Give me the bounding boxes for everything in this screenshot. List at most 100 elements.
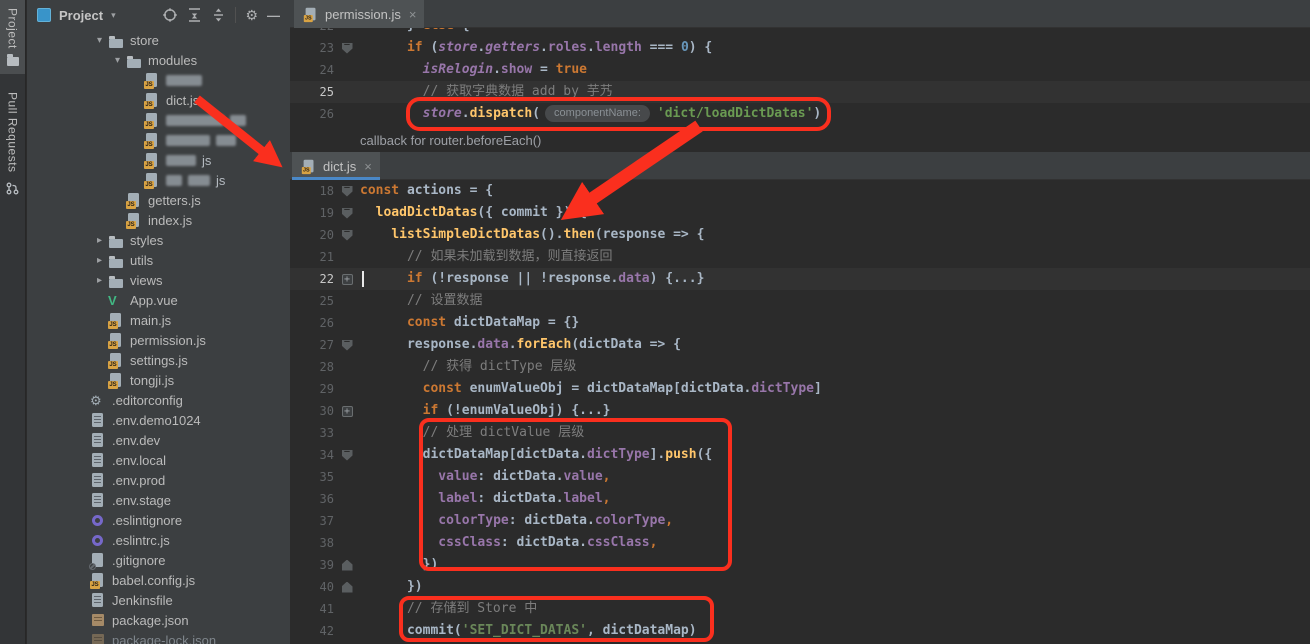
line-number[interactable]: 34 <box>290 444 334 466</box>
tree-item-.env.demo1024[interactable]: .env.demo1024 <box>27 410 290 430</box>
code-line-24[interactable]: 24 isRelogin.show = true <box>290 59 1310 81</box>
tree-item-permission.js[interactable]: JSpermission.js <box>27 330 290 350</box>
fold-marker-open[interactable] <box>342 340 353 351</box>
line-number[interactable]: 26 <box>290 103 334 125</box>
tree-item-.editorconfig[interactable]: ⚙.editorconfig <box>27 390 290 410</box>
line-number[interactable]: 18 <box>290 180 334 202</box>
line-number[interactable]: 23 <box>290 37 334 59</box>
code-line-30[interactable]: 30 if (!enumValueObj) {...} <box>290 400 1310 422</box>
line-number[interactable]: 25 <box>290 290 334 312</box>
tree-item-.gitignore[interactable]: .gitignore <box>27 550 290 570</box>
line-number[interactable]: 21 <box>290 246 334 268</box>
tree-item-App.vue[interactable]: VApp.vue <box>27 290 290 310</box>
code-line-25[interactable]: 25 // 设置数据 <box>290 290 1310 312</box>
line-number[interactable]: 19 <box>290 202 334 224</box>
line-number[interactable]: 22 <box>290 268 334 290</box>
line-number[interactable]: 35 <box>290 466 334 488</box>
tree-item-redacted[interactable]: JSjs <box>27 170 290 190</box>
tree-item-index.js[interactable]: JSindex.js <box>27 210 290 230</box>
code-line-23[interactable]: 23 if (store.getters.roles.length === 0)… <box>290 37 1310 59</box>
line-number[interactable]: 37 <box>290 510 334 532</box>
line-number[interactable]: 20 <box>290 224 334 246</box>
line-number[interactable]: 26 <box>290 312 334 334</box>
tree-item-redacted[interactable]: JS <box>27 110 290 130</box>
tree-item-.env.local[interactable]: .env.local <box>27 450 290 470</box>
code-line-42[interactable]: 42 commit('SET_DICT_DATAS', dictDataMap) <box>290 620 1310 642</box>
tree-item-settings.js[interactable]: JSsettings.js <box>27 350 290 370</box>
tree-item-getters.js[interactable]: JSgetters.js <box>27 190 290 210</box>
tree-item-views[interactable]: ▸views <box>27 270 290 290</box>
fold-marker-open[interactable] <box>342 230 353 241</box>
tree-item-redacted[interactable]: JSjs <box>27 150 290 170</box>
line-number[interactable]: 38 <box>290 532 334 554</box>
fold-marker-open[interactable] <box>342 43 353 54</box>
fold-marker-open[interactable] <box>342 186 353 197</box>
tree-item-modules[interactable]: ▾modules <box>27 50 290 70</box>
line-number[interactable]: 22 <box>290 28 334 37</box>
code-line-34[interactable]: 34 dictDataMap[dictData.dictType].push({ <box>290 444 1310 466</box>
tree-item-store[interactable]: ▾store <box>27 30 290 50</box>
tree-item-Jenkinsfile[interactable]: Jenkinsfile <box>27 590 290 610</box>
tree-item-.eslintignore[interactable]: .eslintignore <box>27 510 290 530</box>
tree-item-.env.dev[interactable]: .env.dev <box>27 430 290 450</box>
tree-chevron-icon[interactable]: ▸ <box>91 255 108 266</box>
hide-panel-icon[interactable]: — <box>267 8 280 23</box>
tree-item-main.js[interactable]: JSmain.js <box>27 310 290 330</box>
tab-permission-js[interactable]: JS permission.js × <box>294 0 424 28</box>
chevron-down-icon[interactable]: ▾ <box>111 10 116 21</box>
line-number[interactable]: 25 <box>290 81 334 103</box>
editor-dict-js[interactable]: 18const actions = {19 loadDictDatas({ co… <box>290 180 1310 644</box>
fold-marker-open[interactable] <box>342 450 353 461</box>
tool-tab-project[interactable]: Project <box>0 0 25 74</box>
line-number[interactable]: 24 <box>290 59 334 81</box>
line-number[interactable]: 40 <box>290 576 334 598</box>
expand-all-icon[interactable] <box>187 7 202 23</box>
code-line-18[interactable]: 18const actions = { <box>290 180 1310 202</box>
gear-icon[interactable]: ⚙ <box>245 8 258 22</box>
tree-item-dict.js[interactable]: JSdict.js <box>27 90 290 110</box>
line-number[interactable]: 29 <box>290 378 334 400</box>
tree-item-.env.stage[interactable]: .env.stage <box>27 490 290 510</box>
tree-item-redacted[interactable]: JS <box>27 70 290 90</box>
code-line-22[interactable]: 22 if (!response || !response.data) {...… <box>290 268 1310 290</box>
line-number[interactable]: 41 <box>290 598 334 620</box>
fold-marker-end[interactable] <box>342 560 353 571</box>
tree-item-utils[interactable]: ▸utils <box>27 250 290 270</box>
close-icon[interactable]: × <box>364 159 372 174</box>
code-line-26[interactable]: 26 store.dispatch(componentName:'dict/lo… <box>290 103 1310 125</box>
line-number[interactable]: 33 <box>290 422 334 444</box>
code-line-40[interactable]: 40 }) <box>290 576 1310 598</box>
code-line-38[interactable]: 38 cssClass: dictData.cssClass, <box>290 532 1310 554</box>
fold-marker-end[interactable] <box>342 582 353 593</box>
close-icon[interactable]: × <box>409 7 417 22</box>
tree-item-styles[interactable]: ▸styles <box>27 230 290 250</box>
fold-marker-closed[interactable] <box>342 274 353 285</box>
tree-item-package.json[interactable]: package.json <box>27 610 290 630</box>
tree-chevron-icon[interactable]: ▾ <box>109 55 126 66</box>
tree-item-.env.prod[interactable]: .env.prod <box>27 470 290 490</box>
editor-permission-js[interactable]: 22 } else {23 if (store.getters.roles.le… <box>290 28 1310 129</box>
tab-dict-js[interactable]: JS dict.js × <box>292 152 380 180</box>
locate-icon[interactable] <box>162 7 178 23</box>
code-line-19[interactable]: 19 loadDictDatas({ commit }) { <box>290 202 1310 224</box>
code-line-41[interactable]: 41 // 存储到 Store 中 <box>290 598 1310 620</box>
code-line-20[interactable]: 20 listSimpleDictDatas().then(response =… <box>290 224 1310 246</box>
line-number[interactable]: 28 <box>290 356 334 378</box>
code-line-29[interactable]: 29 const enumValueObj = dictDataMap[dict… <box>290 378 1310 400</box>
tree-item-babel.config.js[interactable]: JSbabel.config.js <box>27 570 290 590</box>
line-number[interactable]: 39 <box>290 554 334 576</box>
line-number[interactable]: 27 <box>290 334 334 356</box>
project-panel-title[interactable]: Project <box>59 8 103 23</box>
tree-chevron-icon[interactable]: ▸ <box>91 275 108 286</box>
code-line-36[interactable]: 36 label: dictData.label, <box>290 488 1310 510</box>
code-line-21[interactable]: 21 // 如果未加载到数据，则直接返回 <box>290 246 1310 268</box>
code-line-35[interactable]: 35 value: dictData.value, <box>290 466 1310 488</box>
fold-marker-closed[interactable] <box>342 406 353 417</box>
tree-item-package-lock.json[interactable]: package-lock.json <box>27 630 290 644</box>
code-line-33[interactable]: 33 // 处理 dictValue 层级 <box>290 422 1310 444</box>
tree-chevron-icon[interactable]: ▸ <box>91 235 108 246</box>
line-number[interactable]: 30 <box>290 400 334 422</box>
code-line-22[interactable]: 22 } else { <box>290 28 1310 37</box>
fold-marker-open[interactable] <box>342 208 353 219</box>
code-line-28[interactable]: 28 // 获得 dictType 层级 <box>290 356 1310 378</box>
